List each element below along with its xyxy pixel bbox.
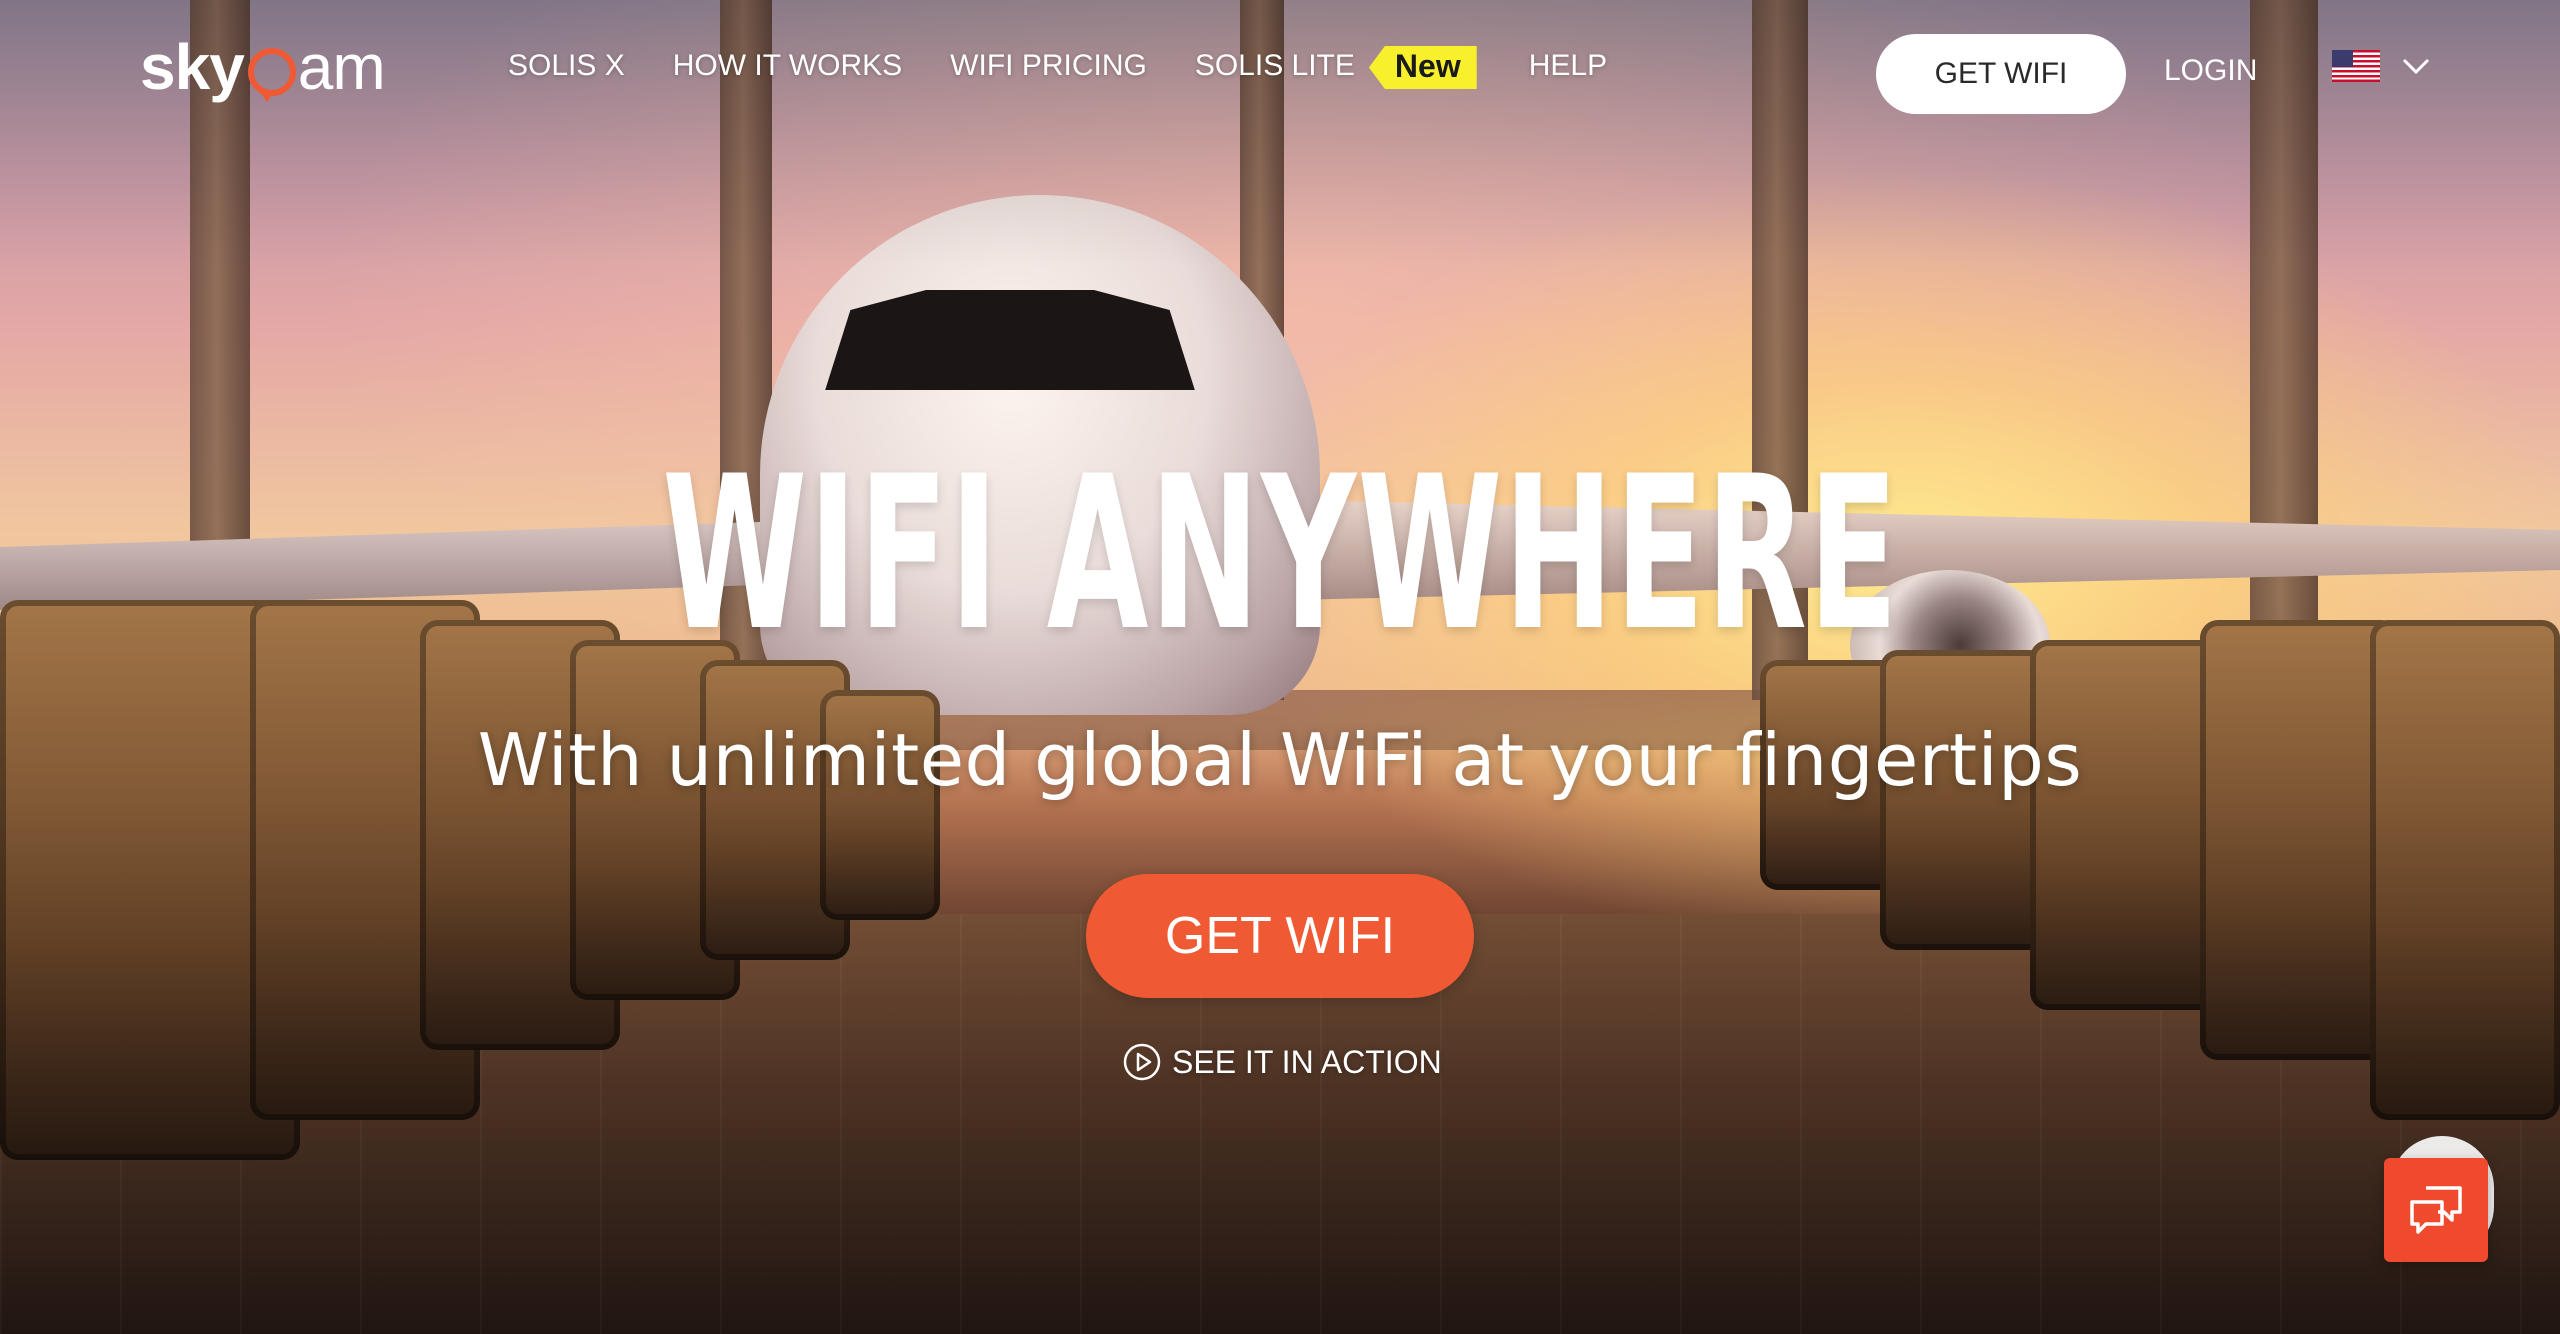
chevron-down-icon <box>2402 58 2430 75</box>
see-it-in-action-label: SEE IT IN ACTION <box>1172 1043 1442 1080</box>
login-link[interactable]: LOGIN <box>2164 54 2257 88</box>
nav-item-solis-lite[interactable]: SOLIS LITE <box>1195 49 1355 83</box>
site-header: sky am SOLIS X HOW IT WORKS WIFI PRICING… <box>0 0 2560 140</box>
new-badge: New <box>1368 46 1477 89</box>
logo-text-prefix: sky <box>140 31 245 103</box>
hero-title: WIFI ANYWHERE <box>662 430 1900 677</box>
nav-item-help[interactable]: HELP <box>1529 49 1607 83</box>
nav-item-solis-x[interactable]: SOLIS X <box>508 49 625 83</box>
locale-selector[interactable] <box>2332 50 2430 82</box>
see-it-in-action-link[interactable]: SEE IT IN ACTION <box>1122 1042 1442 1082</box>
hero-subtitle: With unlimited global WiFi at your finge… <box>477 718 2083 802</box>
chat-bubbles-icon <box>2410 1186 2462 1234</box>
page: sky am SOLIS X HOW IT WORKS WIFI PRICING… <box>0 0 2560 1334</box>
us-flag-icon <box>2332 50 2380 82</box>
logo-text-suffix: am <box>297 31 386 103</box>
play-circle-icon <box>1123 1043 1161 1081</box>
main-nav: SOLIS X HOW IT WORKS WIFI PRICING SOLIS … <box>508 44 1655 89</box>
nav-item-wifi-pricing[interactable]: WIFI PRICING <box>950 49 1147 83</box>
skyroam-logo[interactable]: sky am <box>140 30 386 104</box>
hero-get-wifi-button[interactable]: GET WIFI <box>1086 874 1474 998</box>
header-get-wifi-button[interactable]: GET WIFI <box>1876 34 2126 114</box>
chat-button[interactable] <box>2384 1158 2488 1262</box>
nav-item-how-it-works[interactable]: HOW IT WORKS <box>673 49 902 83</box>
logo-pin-icon <box>247 48 296 102</box>
